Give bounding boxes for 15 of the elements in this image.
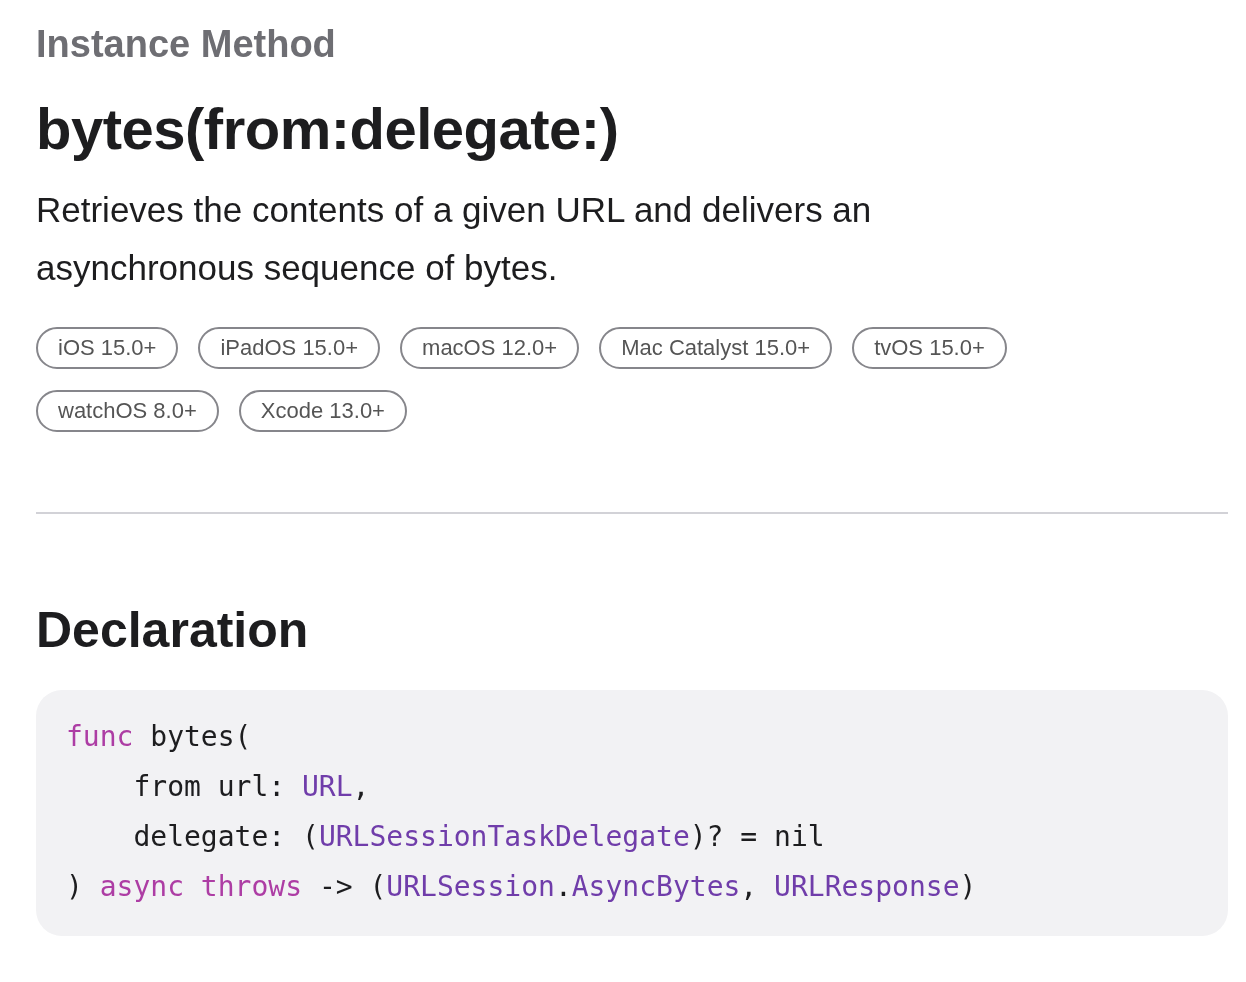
code-line: from url: URL, <box>132 769 371 806</box>
section-heading: Declaration <box>36 601 310 661</box>
availability-badge: watchOS 8.0+ <box>36 390 219 433</box>
availability-badge: tvOS 15.0+ <box>852 327 1007 370</box>
availability-badge: Mac Catalyst 15.0+ <box>599 327 833 370</box>
code-line: delegate: (URLSessionTaskDelegate)? = nil <box>132 819 826 856</box>
code-line: func bytes( <box>66 719 253 756</box>
page-title: bytes(from:delegate:) <box>36 94 620 163</box>
code-line: ) async throws -> (URLSession.AsyncBytes, URLResponse) <box>66 869 978 906</box>
availability-badge: iOS 15.0+ <box>36 327 179 370</box>
availability-badge: macOS 12.0+ <box>400 327 580 370</box>
availability-badge: iPadOS 15.0+ <box>198 327 381 370</box>
availability-badge: Xcode 13.0+ <box>238 390 407 433</box>
abstract-text: Retrieves the contents of a given URL and delivers an asynchronous sequence of bytes. <box>36 189 873 290</box>
symbol-kind: Instance Method <box>36 22 337 67</box>
